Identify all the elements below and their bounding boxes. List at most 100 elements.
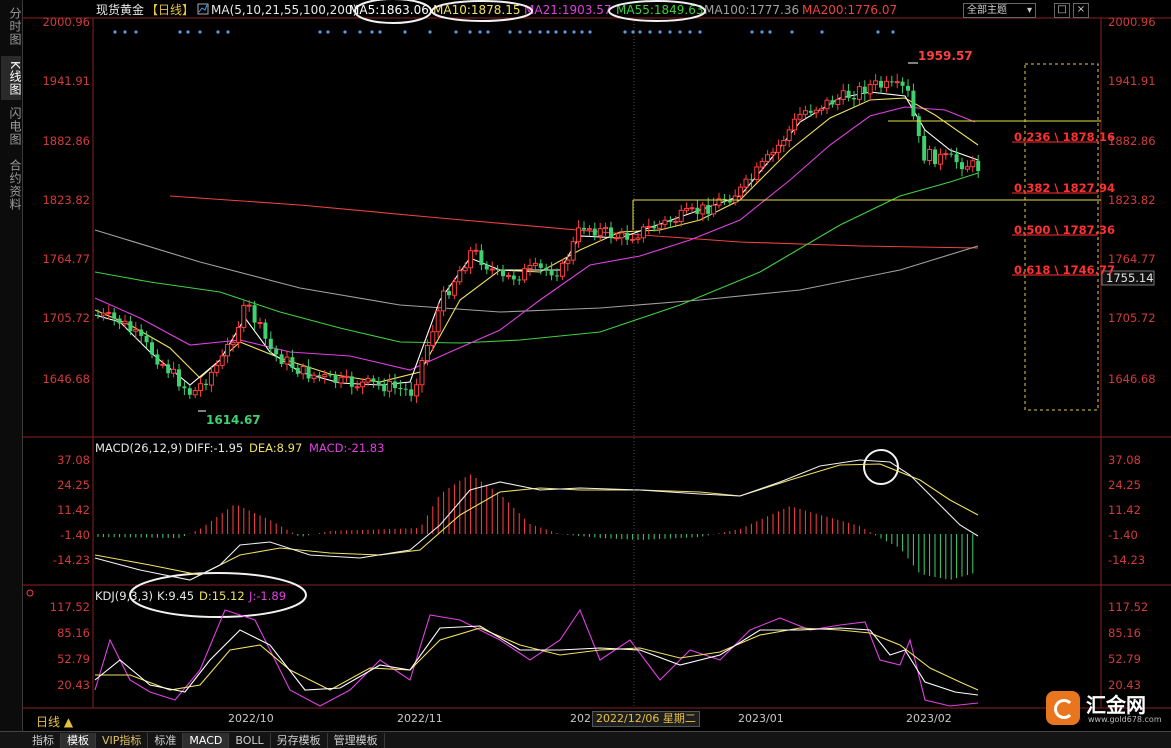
theme-dropdown[interactable]: 全部主题 ▾ xyxy=(963,3,1036,18)
candle-body xyxy=(349,376,354,387)
candle-body xyxy=(937,153,943,165)
macd-tick: -1.40 xyxy=(60,528,90,542)
kdj-j: J:-1.89 xyxy=(248,589,286,603)
candle-body xyxy=(960,162,964,170)
chart-canvas[interactable]: 现货黄金 【日线】 MA(5,10,21,55,100,200) MA5:186… xyxy=(22,0,1171,731)
candle-body xyxy=(419,359,425,386)
candle-body xyxy=(754,166,760,180)
price-tick-right: 1764.77 xyxy=(1108,252,1156,266)
candle-body xyxy=(559,262,565,277)
candle-body xyxy=(484,265,489,270)
candle-body xyxy=(171,368,177,374)
candle-body xyxy=(100,312,106,316)
candle-body xyxy=(846,90,851,98)
macd-value: MACD:-21.83 xyxy=(309,441,384,455)
candle-body xyxy=(382,383,387,392)
candle-body xyxy=(447,291,451,296)
tab-boll[interactable]: BOLL xyxy=(229,732,271,748)
candle-body xyxy=(625,232,630,240)
macd-tick: 37.08 xyxy=(57,453,90,467)
candle-body xyxy=(409,389,414,396)
macd-axis-right: 37.08 24.25 11.42 -1.40 -14.23 xyxy=(1108,453,1145,567)
fib-level-0618: 0.618 \ 1746.77 xyxy=(1014,263,1115,277)
candle-body xyxy=(501,269,505,277)
candle-body xyxy=(371,378,376,382)
event-dot xyxy=(378,30,382,34)
event-dot xyxy=(760,30,764,34)
time-tick: 2022/11 xyxy=(397,712,443,725)
macd-tick: -14.23 xyxy=(1108,553,1145,567)
candle-body xyxy=(976,160,981,172)
price-tick-left: 1823.82 xyxy=(42,193,90,207)
event-dot xyxy=(186,30,190,34)
candle-body xyxy=(570,241,576,261)
candle-body xyxy=(695,207,700,214)
macd-histogram xyxy=(97,474,974,580)
candle-body xyxy=(284,356,290,365)
candle-body xyxy=(927,149,933,162)
tab-templates[interactable]: 模板 xyxy=(61,732,96,748)
close-button[interactable]: × xyxy=(1073,3,1089,18)
candle-body xyxy=(635,237,641,240)
candle-body xyxy=(155,354,160,365)
kdj-axis-right: 117.52 85.16 52.79 20.43 xyxy=(1108,600,1148,692)
macd-diff: DIFF:-1.95 xyxy=(185,441,243,455)
candle-body xyxy=(128,321,133,332)
candle-body xyxy=(112,312,117,319)
candle-body xyxy=(435,310,441,333)
candle-body xyxy=(770,151,776,156)
kdj-title: KDJ(9,3,3) xyxy=(95,589,153,603)
highlight-circle-macd-cross xyxy=(863,449,899,485)
candle-body xyxy=(182,386,187,389)
macd-tick: 37.08 xyxy=(1108,453,1141,467)
event-dot xyxy=(518,30,522,34)
candle-body xyxy=(775,144,781,153)
high-label: 1959.57 xyxy=(918,49,973,63)
candle-body xyxy=(96,315,100,316)
candle-body xyxy=(489,268,495,271)
kdj-settings-icon[interactable] xyxy=(26,589,34,597)
candle-body xyxy=(257,322,263,325)
price-tick-right: 1823.82 xyxy=(1108,193,1156,207)
candle-body xyxy=(597,228,603,237)
tab-vip-indicators[interactable]: VIP指标 xyxy=(96,732,149,748)
candle-body xyxy=(592,228,597,236)
candle-body xyxy=(852,97,856,100)
candle-body xyxy=(290,357,295,368)
candle-body xyxy=(894,81,900,84)
price-axis-right: 2000.96 1941.91 1882.86 1823.82 1764.77 … xyxy=(1101,15,1156,386)
period-selector[interactable]: 日线 ▲ xyxy=(36,713,73,730)
tab-standard[interactable]: 标准 xyxy=(148,732,184,748)
event-dot xyxy=(326,30,330,34)
tab-macd[interactable]: MACD xyxy=(183,732,230,748)
maximize-button[interactable]: □ xyxy=(1054,3,1070,18)
period-tag: 【日线】 xyxy=(146,3,194,17)
candle-body xyxy=(586,228,592,231)
kdj-tick: 85.16 xyxy=(57,626,90,640)
rail-tab-kline[interactable]: K线图 xyxy=(1,56,22,100)
event-dot xyxy=(648,30,652,34)
rail-tab-timeshare[interactable]: 分时图 xyxy=(1,4,22,48)
candle-body xyxy=(582,227,586,230)
candle-body xyxy=(689,207,695,210)
tab-indicators[interactable]: 指标 xyxy=(26,732,61,748)
fib-level-0236: 0.236 \ 1878.16 xyxy=(1014,130,1115,144)
candle-body xyxy=(122,320,128,325)
rail-tab-contract-info[interactable]: 合约资料 xyxy=(1,156,22,214)
tab-save-template[interactable]: 另存模板 xyxy=(271,732,328,748)
ma100-line xyxy=(94,229,979,313)
candle-body xyxy=(517,279,522,281)
rail-tab-flash[interactable]: 闪电图 xyxy=(1,104,22,148)
candle-body xyxy=(549,269,554,276)
fib-level-0382: 0.382 \ 1827.94 xyxy=(1014,181,1115,195)
event-dot xyxy=(343,30,347,34)
tab-manage-templates[interactable]: 管理模板 xyxy=(328,732,385,748)
candle-body xyxy=(387,380,393,392)
macd-tick: -14.23 xyxy=(53,553,90,567)
candle-body xyxy=(311,374,317,379)
ma-params: MA(5,10,21,55,100,200) xyxy=(211,3,357,17)
candle-body xyxy=(505,274,511,277)
candle-body xyxy=(468,250,474,269)
candle-body xyxy=(527,264,533,270)
macd-axis-left: 37.08 24.25 11.42 -1.40 -14.23 xyxy=(53,453,90,567)
